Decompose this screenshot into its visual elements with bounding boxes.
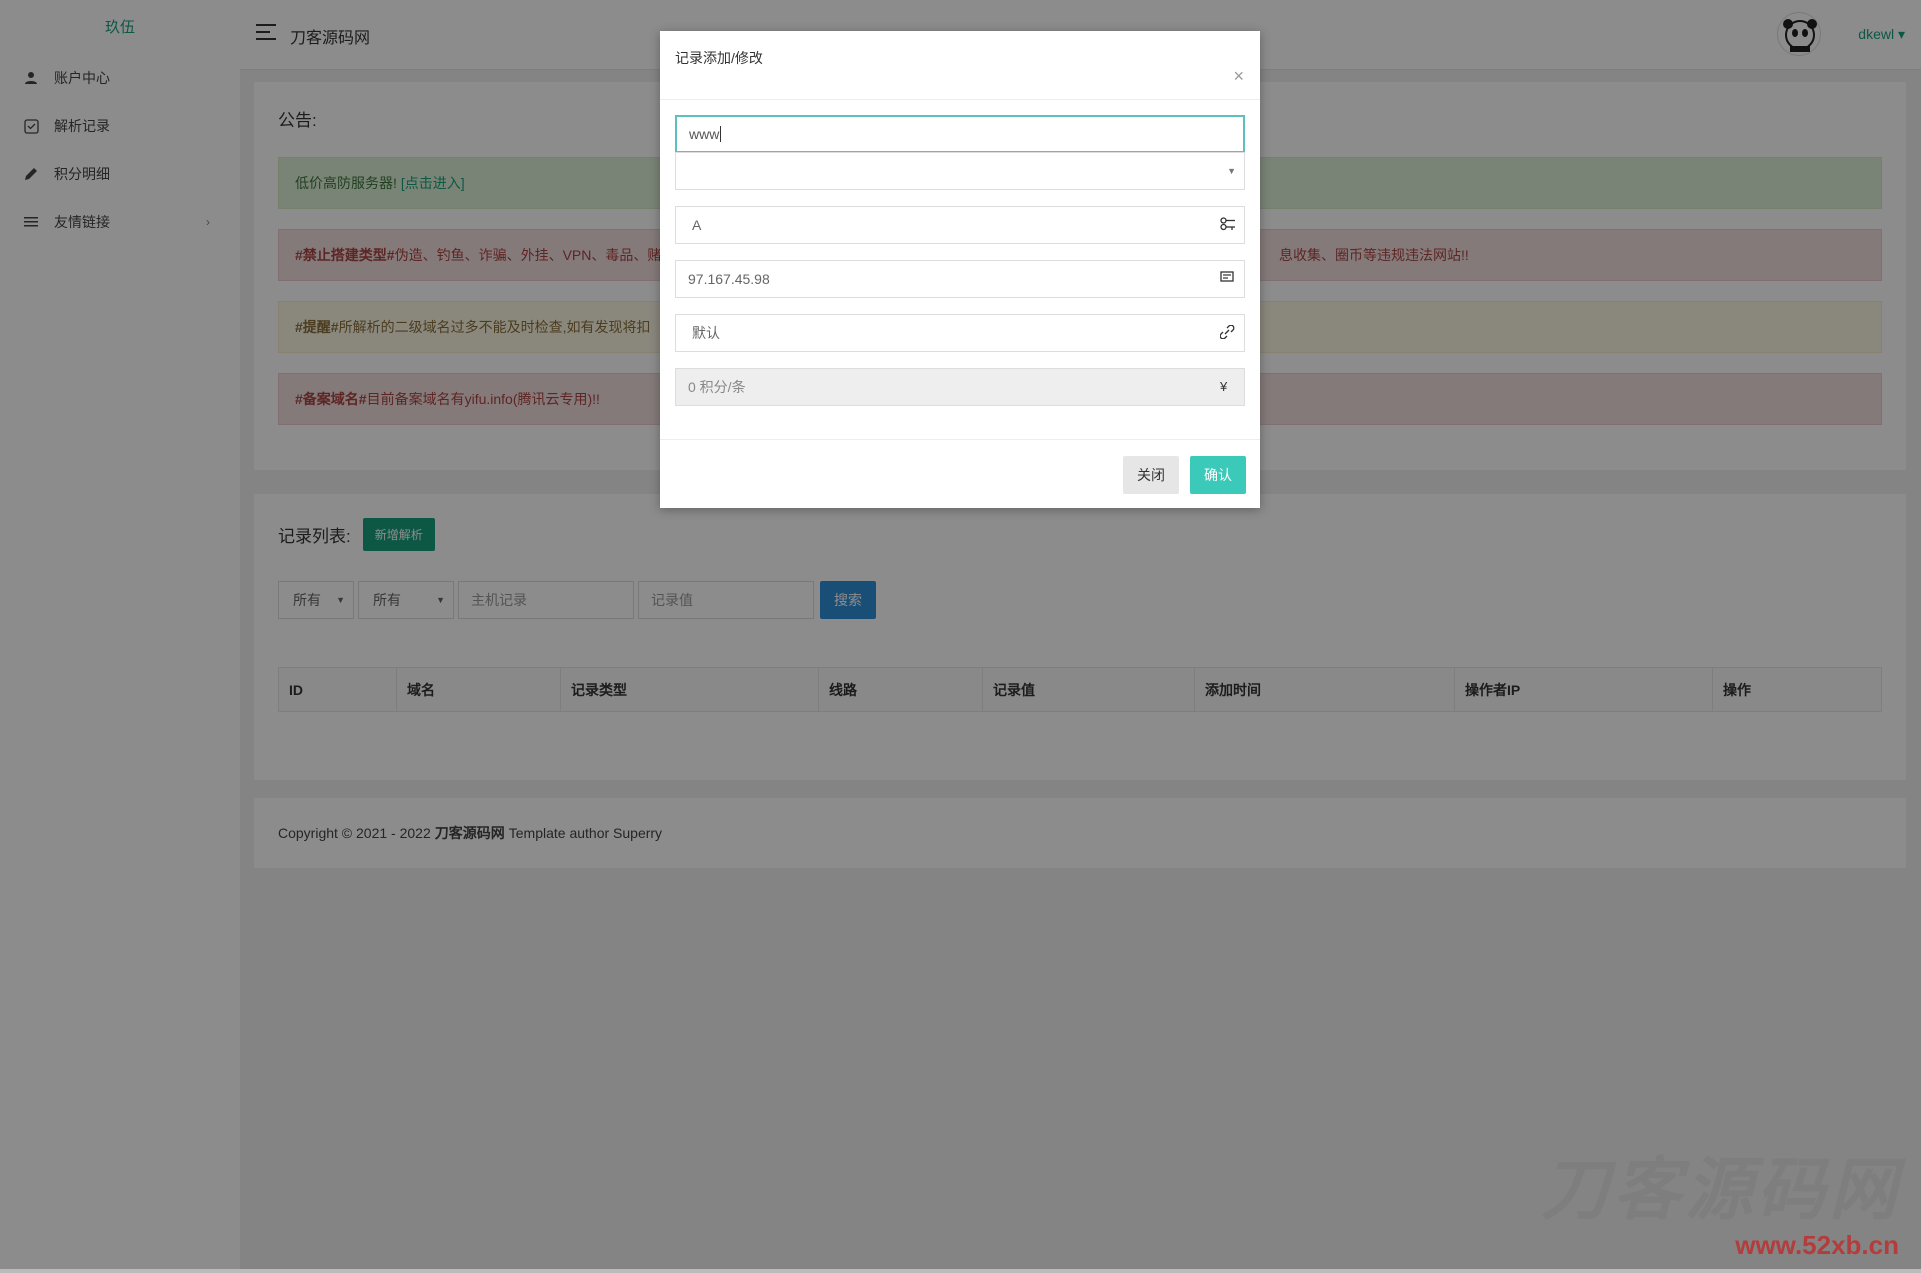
bottom-bar: [0, 1269, 1921, 1273]
close-button[interactable]: 关闭: [1123, 456, 1179, 494]
watermark-url: www.52xb.cn: [1735, 1230, 1899, 1260]
host-record-field[interactable]: www: [675, 115, 1245, 153]
close-icon[interactable]: ×: [1233, 67, 1244, 85]
text-cursor: [720, 126, 722, 142]
field-value: 97.167.45.98: [688, 271, 770, 287]
field-value: www: [689, 126, 720, 142]
field-value: 0 积分/条: [688, 379, 746, 395]
domain-select[interactable]: ▼: [675, 152, 1245, 190]
confirm-button[interactable]: 确认: [1190, 456, 1246, 494]
caret-down-icon: ▼: [1227, 166, 1236, 176]
cost-field: 0 积分/条 ¥: [675, 368, 1245, 406]
record-value-field[interactable]: 97.167.45.98: [675, 260, 1245, 298]
field-value: 默认: [692, 325, 720, 341]
key-icon: [1220, 217, 1236, 233]
record-type-field[interactable]: A: [675, 206, 1245, 244]
record-edit-modal: 记录添加/修改 × www ▼ A 97.167.45.98 默认 0 积分/条…: [660, 31, 1260, 508]
modal-title: 记录添加/修改: [675, 50, 763, 66]
line-field[interactable]: 默认: [675, 314, 1245, 352]
field-value: A: [692, 217, 702, 233]
link-icon: [1219, 324, 1236, 341]
watermark-logo: 刀客源码网: [1540, 1152, 1901, 1228]
edit-icon: [1220, 271, 1236, 287]
yen-icon: ¥: [1220, 379, 1228, 394]
